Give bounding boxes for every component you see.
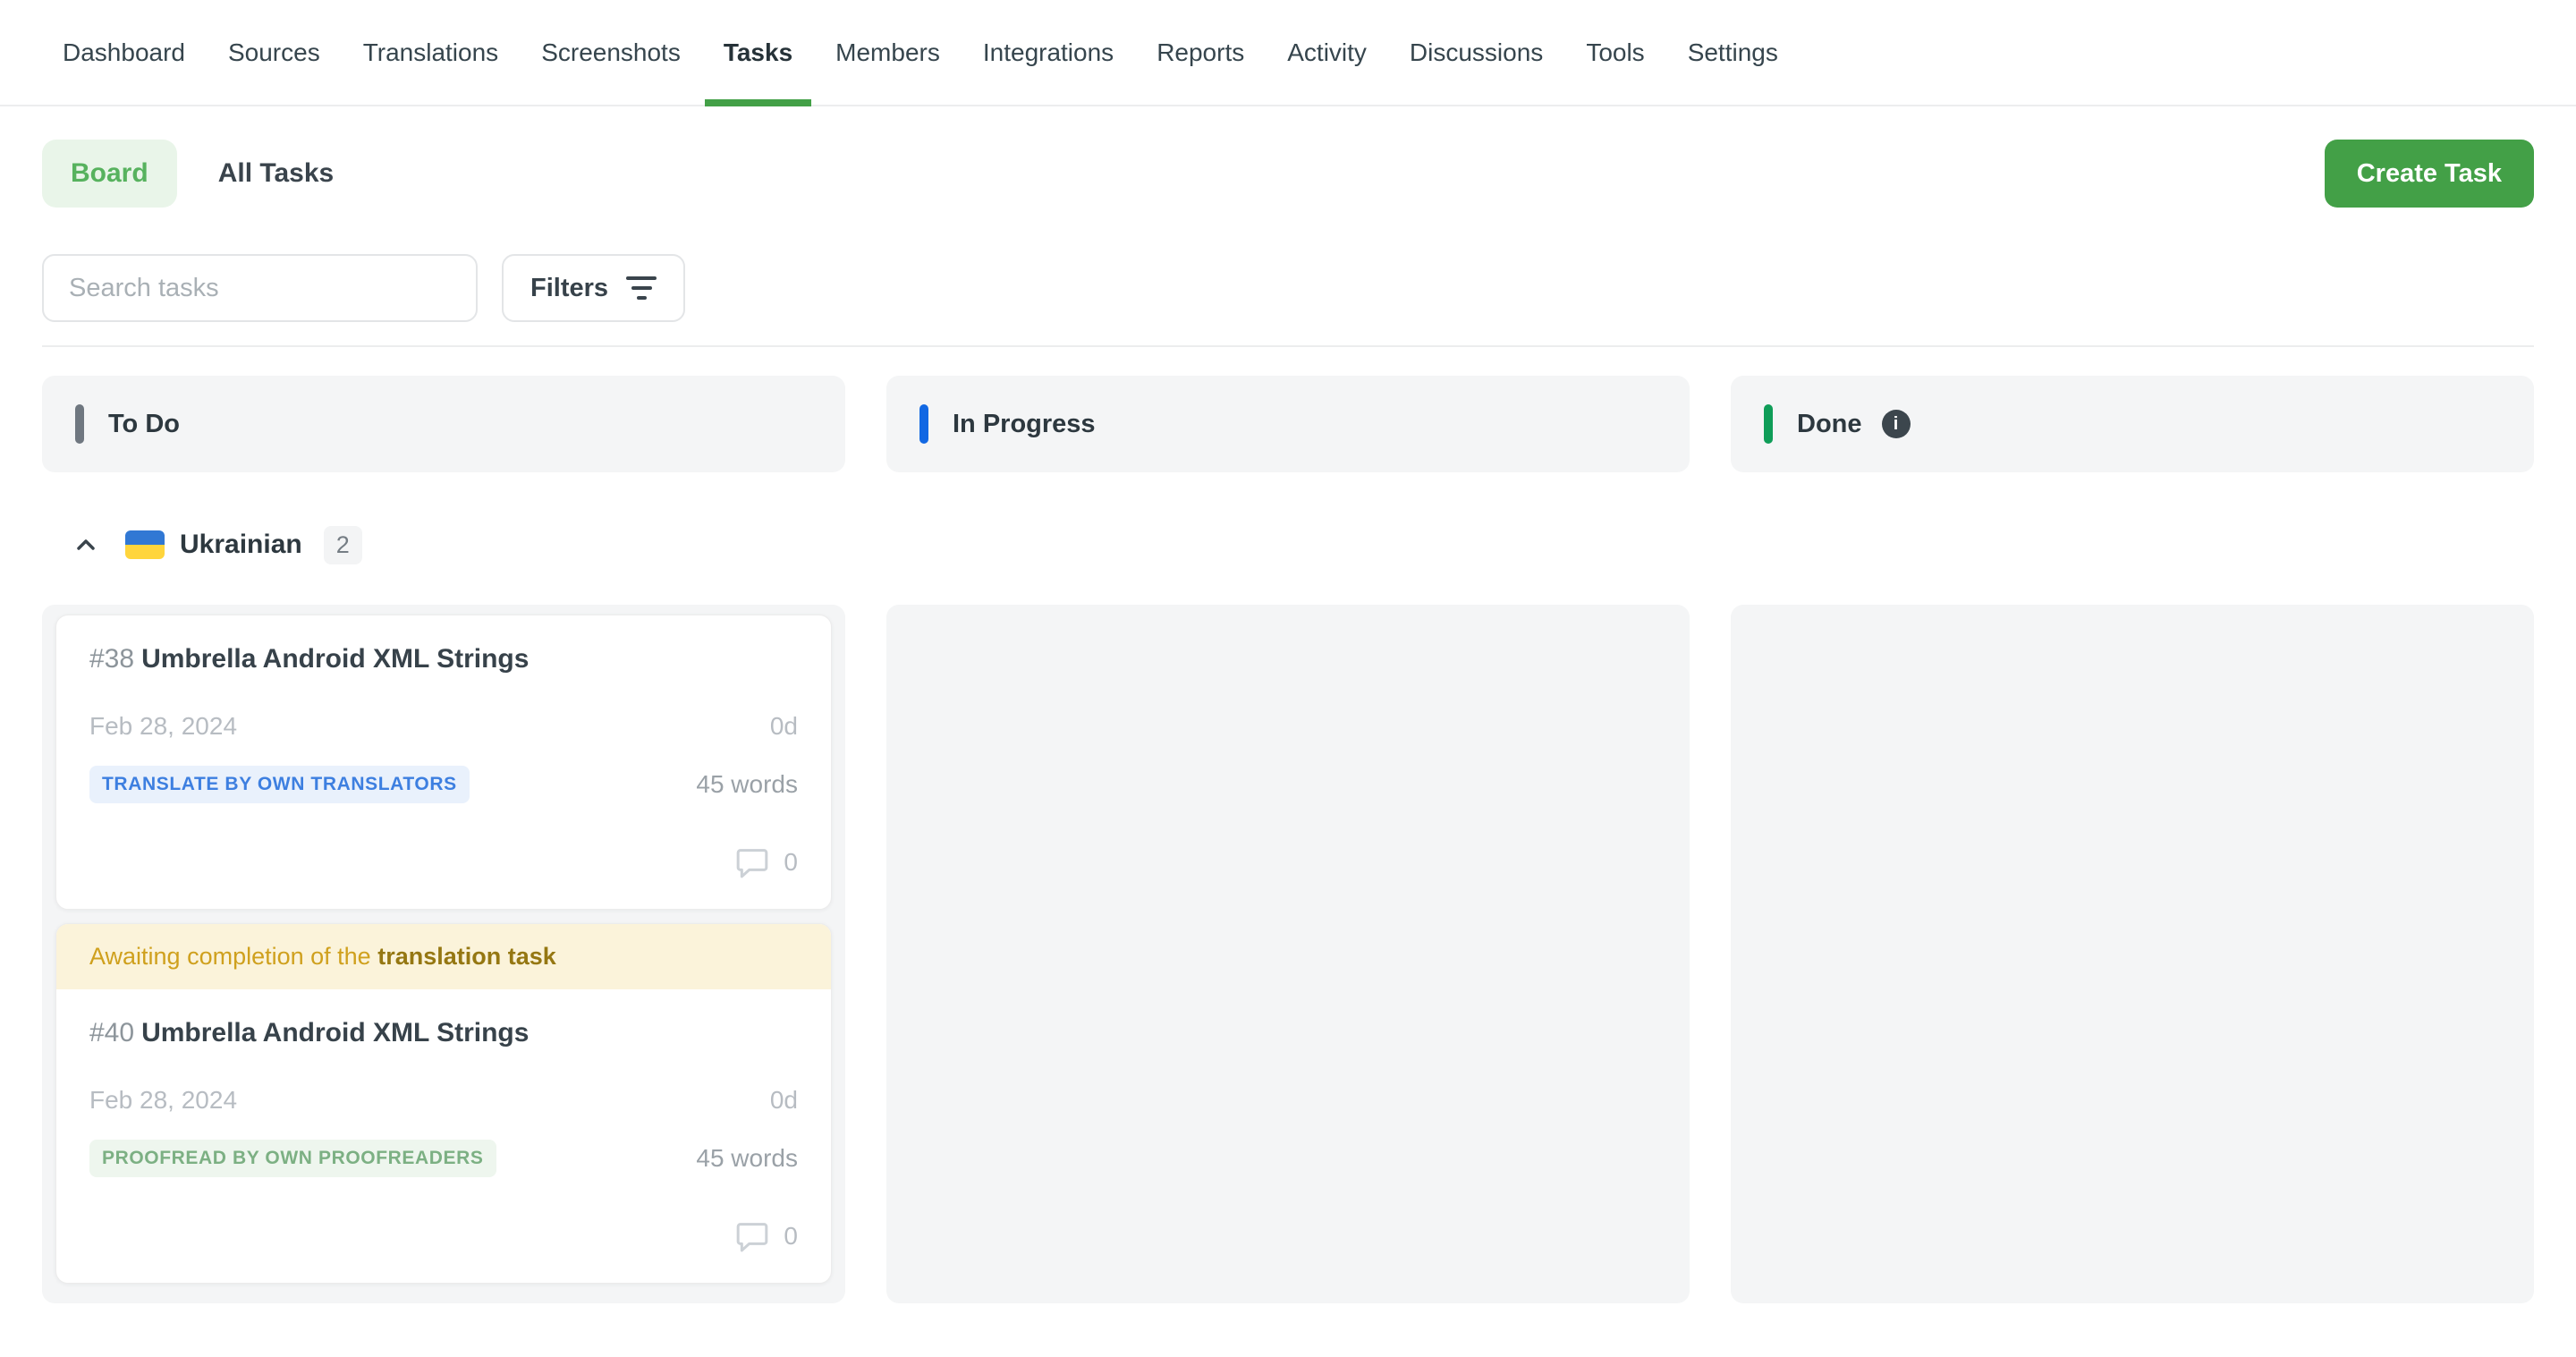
search-input[interactable] — [42, 254, 478, 322]
task-type-badge: Translate by own translators — [89, 766, 470, 803]
language-group-name: Ukrainian — [180, 530, 302, 560]
task-title: Umbrella Android XML Strings — [141, 644, 529, 674]
nav-tab-members[interactable]: Members — [835, 0, 940, 105]
language-group-count-badge: 2 — [324, 526, 362, 564]
filters-button[interactable]: Filters — [502, 254, 685, 322]
info-icon[interactable]: i — [1882, 410, 1911, 438]
comments-icon — [733, 844, 771, 880]
collapse-chevron-icon[interactable] — [72, 530, 100, 559]
nav-tab-translations[interactable]: Translations — [363, 0, 498, 105]
nav-tab-reports[interactable]: Reports — [1157, 0, 1244, 105]
column-title-todo: To Do — [108, 410, 180, 439]
nav-tab-sources[interactable]: Sources — [228, 0, 320, 105]
all-tasks-view-toggle[interactable]: All Tasks — [218, 158, 335, 189]
column-header-in-progress: In Progress — [886, 376, 1690, 472]
nav-tab-discussions[interactable]: Discussions — [1410, 0, 1543, 105]
nav-tab-integrations[interactable]: Integrations — [983, 0, 1114, 105]
filter-icon — [626, 276, 657, 300]
board-column-headers: To Do In Progress Done i — [42, 376, 2534, 472]
task-number: #38 — [89, 644, 134, 674]
task-type-badge: Proofread by own proofreaders — [89, 1140, 496, 1177]
comments-count: 0 — [784, 848, 798, 877]
task-date: Feb 28, 2024 — [89, 1086, 237, 1115]
nav-tab-tasks[interactable]: Tasks — [724, 0, 792, 105]
nav-tab-screenshots[interactable]: Screenshots — [541, 0, 681, 105]
filters-button-label: Filters — [530, 274, 608, 303]
top-navigation: Dashboard Sources Translations Screensho… — [0, 0, 2576, 106]
lane-in-progress — [886, 605, 1690, 1303]
task-card-40[interactable]: Awaiting completion of the translation t… — [55, 923, 832, 1284]
done-status-pill — [1764, 404, 1773, 444]
column-title-done: Done — [1797, 410, 1862, 439]
nav-tab-tools[interactable]: Tools — [1586, 0, 1644, 105]
lane-done — [1731, 605, 2534, 1303]
ukraine-flag-icon — [125, 530, 165, 559]
awaiting-banner-bold: translation task — [377, 943, 556, 970]
task-date: Feb 28, 2024 — [89, 712, 237, 741]
column-title-in-progress: In Progress — [953, 410, 1096, 439]
create-task-button[interactable]: Create Task — [2325, 140, 2534, 208]
board-lanes: #38Umbrella Android XML Strings Feb 28, … — [42, 605, 2534, 1303]
column-header-done: Done i — [1731, 376, 2534, 472]
lane-todo: #38Umbrella Android XML Strings Feb 28, … — [42, 605, 845, 1303]
nav-tab-settings[interactable]: Settings — [1688, 0, 1778, 105]
task-number: #40 — [89, 1018, 134, 1047]
comments-icon — [733, 1218, 771, 1254]
todo-status-pill — [75, 404, 84, 444]
nav-tab-activity[interactable]: Activity — [1287, 0, 1367, 105]
comments-count: 0 — [784, 1222, 798, 1251]
board-view-toggle[interactable]: Board — [42, 140, 177, 208]
task-card-38[interactable]: #38Umbrella Android XML Strings Feb 28, … — [55, 615, 832, 910]
language-group-header: Ukrainian 2 — [72, 522, 2534, 567]
search-filter-bar: Filters — [42, 254, 2534, 322]
column-header-todo: To Do — [42, 376, 845, 472]
task-due: 0d — [770, 712, 798, 741]
nav-tab-dashboard[interactable]: Dashboard — [63, 0, 185, 105]
task-word-count: 45 words — [696, 770, 798, 799]
awaiting-banner: Awaiting completion of the translation t… — [56, 924, 831, 989]
view-switch-bar: Board All Tasks Create Task — [42, 140, 2534, 208]
task-word-count: 45 words — [696, 1144, 798, 1173]
in-progress-status-pill — [919, 404, 928, 444]
awaiting-banner-text: Awaiting completion of the — [89, 943, 377, 970]
task-due: 0d — [770, 1086, 798, 1115]
task-title: Umbrella Android XML Strings — [141, 1018, 529, 1047]
toolbar-divider — [42, 345, 2534, 347]
